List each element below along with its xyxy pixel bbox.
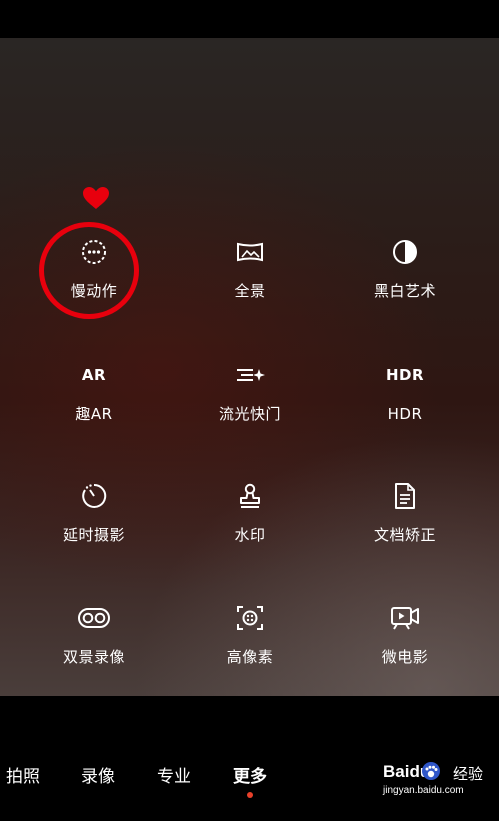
heart-icon	[82, 186, 110, 210]
mode-time-lapse[interactable]: 延时摄影	[24, 482, 164, 552]
ar-icon: AR	[81, 366, 107, 384]
top-bar	[0, 0, 499, 38]
mode-label: 黑白艺术	[373, 282, 436, 300]
highlight-circle	[39, 222, 139, 319]
light-painting-icon	[230, 361, 270, 389]
mode-hdr[interactable]: HDR HDR	[335, 361, 475, 431]
mode-label: 双景录像	[62, 648, 125, 666]
mode-high-res[interactable]: 高像素	[180, 604, 320, 674]
mode-label: 流光快门	[218, 405, 281, 423]
paw-icon	[422, 762, 440, 780]
mode-label: 微电影	[381, 648, 429, 666]
panorama-icon	[230, 238, 270, 266]
tab-photo[interactable]: 拍照	[6, 762, 40, 787]
document-icon	[385, 482, 425, 510]
tab-video[interactable]: 录像	[81, 762, 115, 787]
watermark-stamp-icon	[230, 482, 270, 510]
mode-label: 高像素	[226, 648, 274, 666]
baidu-watermark: Baidu 经验 jingyan.baidu.com	[383, 762, 499, 802]
high-res-icon	[230, 604, 270, 632]
mode-label: HDR	[387, 405, 423, 423]
mode-label: 全景	[234, 282, 266, 300]
dual-view-icon	[74, 604, 114, 632]
mode-micro-movie[interactable]: 微电影	[335, 604, 475, 674]
hdr-icon: HDR	[385, 366, 425, 384]
monochrome-icon	[385, 238, 425, 266]
mode-monochrome[interactable]: 黑白艺术	[335, 238, 475, 308]
time-lapse-icon	[74, 482, 114, 510]
mode-dual-view[interactable]: 双景录像	[24, 604, 164, 674]
mode-ar[interactable]: AR 趣AR	[24, 361, 164, 431]
mode-label: 文档矫正	[373, 526, 436, 544]
watermark-url: jingyan.baidu.com	[383, 785, 464, 796]
mode-document[interactable]: 文档矫正	[335, 482, 475, 552]
mode-label: 水印	[234, 526, 266, 544]
mode-panorama[interactable]: 全景	[180, 238, 320, 308]
active-tab-indicator	[247, 792, 253, 798]
mode-watermark[interactable]: 水印	[180, 482, 320, 552]
watermark-text: 经验	[453, 765, 484, 783]
mode-label: 趣AR	[75, 405, 113, 423]
mode-label: 延时摄影	[62, 526, 125, 544]
mode-light-painting[interactable]: 流光快门	[180, 361, 320, 431]
tab-pro[interactable]: 专业	[157, 762, 191, 787]
micro-movie-icon	[385, 604, 425, 632]
tab-more[interactable]: 更多	[233, 762, 267, 787]
